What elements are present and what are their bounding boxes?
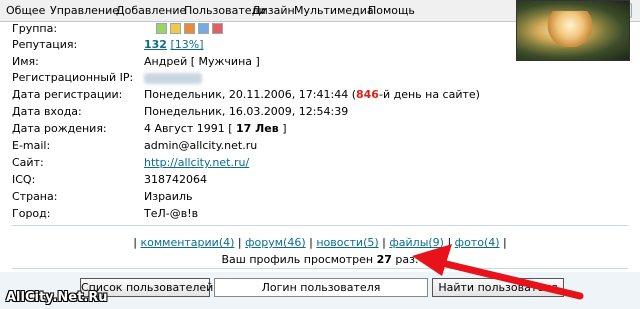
menu-add[interactable]: Добавление xyxy=(116,4,186,17)
icq-value: 318742064 xyxy=(144,173,207,186)
group-icons xyxy=(156,23,226,36)
forum-link[interactable]: форум(46) xyxy=(245,236,306,249)
comments-link[interactable]: комментарии(4) xyxy=(140,236,234,249)
find-user-button[interactable]: Найти пользователя xyxy=(432,278,564,297)
group-label: Группа: xyxy=(12,22,58,35)
birth-value: 4 Август 1991 [ xyxy=(144,122,237,135)
days-suffix: -й день на сайте) xyxy=(378,88,480,101)
group-icon-blue xyxy=(198,23,209,34)
site-link[interactable]: http://allcity.net.ru/ xyxy=(144,156,249,169)
menu-multimedia[interactable]: Мультимедиа xyxy=(294,4,374,17)
group-icon-star xyxy=(170,23,181,34)
login-search-input[interactable]: Логин пользователя xyxy=(214,278,428,297)
birth-label: Дата рождения: xyxy=(12,122,107,135)
watermark-logo: AllCity.Net.Ru xyxy=(6,290,108,305)
city-label: Город: xyxy=(12,207,51,220)
city-value: ТеЛ-@в!в xyxy=(144,207,199,220)
profile-content: Группа: Репутация: 132 [13%] Имя: Андрей… xyxy=(0,0,640,309)
email-label: E-mail: xyxy=(12,139,51,152)
login-date-label: Дата входа: xyxy=(12,105,82,118)
icq-label: ICQ: xyxy=(12,173,36,186)
site-label: Сайт: xyxy=(12,156,44,169)
reputation-percent-link[interactable]: [13%] xyxy=(170,38,203,51)
reputation-label: Репутация: xyxy=(12,38,78,51)
view-count: Ваш профиль просмотрен 27 раз. xyxy=(221,253,419,266)
ip-label: Регистрационный IP: xyxy=(12,71,134,84)
login-date-value: Понедельник, 16.03.2009, 12:54:39 xyxy=(144,105,349,118)
days-count: 846 xyxy=(356,88,379,101)
country-value: Израиль xyxy=(144,190,193,203)
news-link[interactable]: новости(5) xyxy=(316,236,378,249)
group-icon-green xyxy=(156,23,167,34)
birth-zodiac: 17 Лев xyxy=(236,122,279,135)
group-icon-red xyxy=(212,23,223,34)
name-label: Имя: xyxy=(12,55,39,68)
group-icon-orange xyxy=(184,23,195,34)
avatar xyxy=(516,0,630,61)
divider-bottom xyxy=(12,268,628,269)
view-count-number: 27 xyxy=(376,253,392,266)
name-value: Андрей [ Мужчина ] xyxy=(144,55,260,68)
email-value: admin@allcity.net.ru xyxy=(144,139,258,152)
country-label: Страна: xyxy=(12,190,58,203)
menu-general[interactable]: Общее xyxy=(6,4,45,17)
divider xyxy=(12,225,628,226)
files-link[interactable]: файлы(9) xyxy=(389,236,444,249)
regdate-label: Дата регистрации: xyxy=(12,88,123,101)
photo-link[interactable]: фото(4) xyxy=(455,236,500,249)
menu-design[interactable]: Дизайн xyxy=(252,4,295,17)
regdate-value: Понедельник, 20.11.2006, 17:41:44 ( xyxy=(144,88,356,101)
menu-management[interactable]: Управление xyxy=(50,4,119,17)
reputation-value-link[interactable]: 132 xyxy=(144,38,167,51)
profile-links: | комментарии(4) | форум(46) | новости(5… xyxy=(133,236,507,249)
ip-value-blurred xyxy=(144,72,202,84)
menu-help[interactable]: Помощь xyxy=(368,4,415,17)
